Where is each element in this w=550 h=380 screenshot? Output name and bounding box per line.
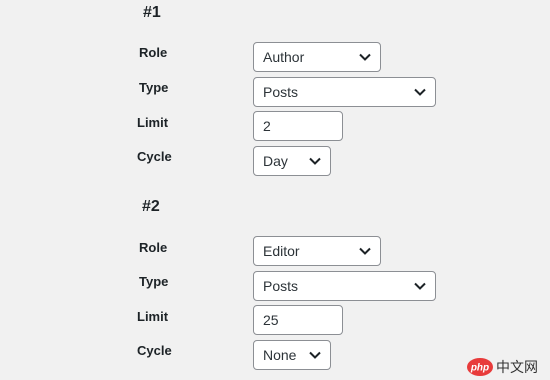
chevron-down-icon	[359, 53, 371, 61]
rule-1-cycle-select[interactable]: Day	[253, 146, 331, 176]
watermark-php-text: php	[470, 363, 489, 374]
rule-2-heading: #2	[142, 198, 160, 215]
watermark-cn-text: 中文网	[496, 360, 538, 376]
rule-1-limit-input[interactable]: 2	[253, 111, 343, 141]
rule-2-role-select[interactable]: Editor	[253, 236, 381, 266]
rule-1-cycle-value: Day	[263, 153, 288, 169]
chevron-down-icon	[414, 88, 426, 96]
rule-1-type-select[interactable]: Posts	[253, 77, 436, 107]
rule-2-type-label: Type	[139, 274, 169, 289]
rule-1-limit-label: Limit	[137, 115, 169, 130]
rule-1-type-label: Type	[139, 80, 169, 95]
rule-1-cycle-label: Cycle	[137, 149, 172, 164]
rule-2-cycle-value: None	[263, 347, 297, 363]
rule-1-role-value: Author	[263, 49, 305, 65]
limit-rules-page: #1 Role Author Type Posts Limit 2 Cycle …	[0, 0, 550, 380]
rule-2-cycle-select[interactable]: None	[253, 340, 331, 370]
rule-2-limit-input[interactable]: 25	[253, 305, 343, 335]
rule-1-role-select[interactable]: Author	[253, 42, 381, 72]
rule-2-role-label: Role	[139, 240, 168, 255]
rule-1-type-value: Posts	[263, 84, 299, 100]
php-cn-logo-icon: php 中文网	[467, 358, 538, 376]
chevron-down-icon	[414, 282, 426, 290]
rule-2-type-select[interactable]: Posts	[253, 271, 436, 301]
rule-1-heading: #1	[143, 4, 161, 21]
rule-2-role-value: Editor	[263, 243, 300, 259]
rule-2-type-value: Posts	[263, 278, 299, 294]
rule-2-limit-label: Limit	[137, 309, 169, 324]
chevron-down-icon	[359, 247, 371, 255]
chevron-down-icon	[309, 351, 321, 359]
chevron-down-icon	[309, 157, 321, 165]
rule-1-role-label: Role	[139, 45, 168, 60]
rule-2-cycle-label: Cycle	[137, 343, 172, 358]
